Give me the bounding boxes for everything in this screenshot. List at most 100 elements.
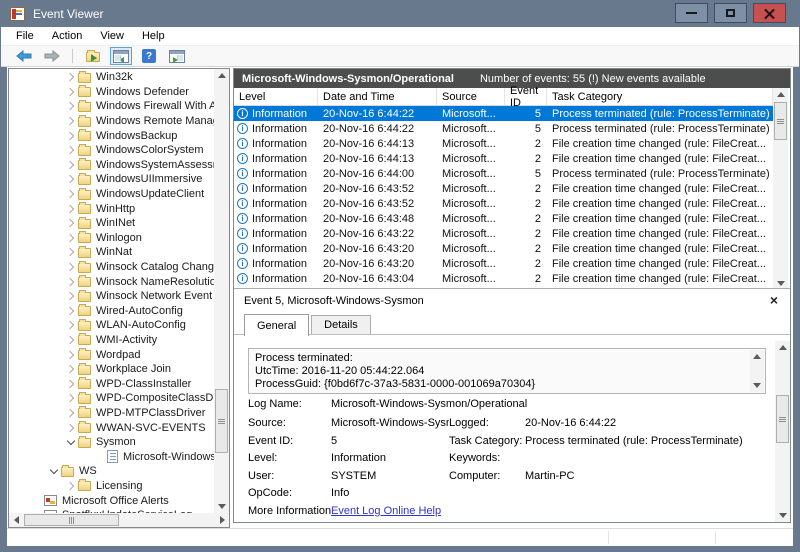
- event-row[interactable]: Information 20-Nov-16 6:43:52 Microsoft.…: [234, 196, 773, 211]
- tree-item[interactable]: Windows Remote Manager: [9, 114, 214, 129]
- chevron-right-icon[interactable]: [64, 352, 78, 358]
- chevron-right-icon[interactable]: [64, 89, 78, 95]
- chevron-right-icon[interactable]: [64, 483, 78, 489]
- titlebar[interactable]: Event Viewer: [0, 0, 800, 27]
- tree-item[interactable]: WindowsUIImmersive: [9, 172, 214, 187]
- chevron-right-icon[interactable]: [64, 74, 78, 80]
- tree-item[interactable]: WindowsBackup: [9, 128, 214, 143]
- event-description-box[interactable]: Process terminated: UtcTime: 2016-11-20 0…: [248, 348, 766, 394]
- tree-vertical-scrollbar[interactable]: [214, 69, 229, 513]
- tree-item[interactable]: Winsock Catalog Change: [9, 260, 214, 275]
- chevron-right-icon[interactable]: [64, 322, 78, 328]
- chevron-down-icon[interactable]: [64, 440, 78, 444]
- preview-vertical-scrollbar[interactable]: [775, 341, 790, 522]
- help-button[interactable]: [138, 47, 160, 65]
- event-row[interactable]: Information 20-Nov-16 6:43:48 Microsoft.…: [234, 211, 773, 226]
- event-row[interactable]: Information 20-Nov-16 6:43:52 Microsoft.…: [234, 181, 773, 196]
- tree-item[interactable]: WLAN-AutoConfig: [9, 318, 214, 333]
- chevron-right-icon[interactable]: [64, 103, 78, 109]
- minimize-button[interactable]: [675, 3, 708, 23]
- scroll-down-button[interactable]: [750, 379, 764, 392]
- console-tree-toggle[interactable]: [110, 47, 132, 65]
- tree-item[interactable]: WPD-MTPClassDriver: [9, 406, 214, 421]
- tree-item[interactable]: WinINet: [9, 216, 214, 231]
- column-header-task-category[interactable]: Task Category: [547, 88, 773, 105]
- scroll-down-button[interactable]: [775, 509, 790, 522]
- tree-item[interactable]: Microsoft Office Alerts: [9, 493, 214, 508]
- table-vertical-scrollbar[interactable]: [773, 88, 788, 290]
- tree-item[interactable]: Winsock Network Event: [9, 289, 214, 304]
- tree-item[interactable]: WinNat: [9, 245, 214, 260]
- menu-file[interactable]: File: [7, 28, 43, 44]
- scrollbar-thumb[interactable]: [24, 514, 119, 526]
- tree-item[interactable]: WinHttp: [9, 201, 214, 216]
- scroll-up-button[interactable]: [773, 88, 788, 101]
- chevron-right-icon[interactable]: [64, 249, 78, 255]
- scrollbar-thumb[interactable]: [776, 395, 789, 443]
- event-row[interactable]: Information 20-Nov-16 6:44:00 Microsoft.…: [234, 166, 773, 181]
- scroll-up-button[interactable]: [775, 341, 790, 354]
- chevron-right-icon[interactable]: [64, 133, 78, 139]
- event-row[interactable]: Information 20-Nov-16 6:44:13 Microsoft.…: [234, 151, 773, 166]
- chevron-right-icon[interactable]: [64, 410, 78, 416]
- close-button[interactable]: [753, 3, 786, 23]
- tree-item[interactable]: Windows Firewall With Adv: [9, 99, 214, 114]
- tab-details[interactable]: Details: [311, 315, 371, 335]
- chevron-right-icon[interactable]: [64, 147, 78, 153]
- event-row[interactable]: Information 20-Nov-16 6:44:22 Microsoft.…: [234, 106, 773, 121]
- tree-item[interactable]: WPD-CompositeClassDrive: [9, 391, 214, 406]
- tree-item[interactable]: Wired-AutoConfig: [9, 304, 214, 319]
- tree-item[interactable]: WindowsColorSystem: [9, 143, 214, 158]
- tree-item[interactable]: WPD-ClassInstaller: [9, 376, 214, 391]
- scroll-up-button[interactable]: [750, 350, 764, 363]
- chevron-right-icon[interactable]: [64, 176, 78, 182]
- tree-item[interactable]: Workplace Join: [9, 362, 214, 377]
- chevron-right-icon[interactable]: [64, 425, 78, 431]
- chevron-right-icon[interactable]: [64, 220, 78, 226]
- event-row[interactable]: Information 20-Nov-16 6:43:22 Microsoft.…: [234, 226, 773, 241]
- tree-item[interactable]: Microsoft-Windows-Sys: [9, 449, 214, 464]
- export-button[interactable]: [82, 47, 104, 65]
- maximize-button[interactable]: [714, 3, 747, 23]
- menu-view[interactable]: View: [91, 28, 133, 44]
- tree-item[interactable]: WindowsUpdateClient: [9, 187, 214, 202]
- forward-button[interactable]: [41, 47, 63, 65]
- chevron-right-icon[interactable]: [64, 118, 78, 124]
- chevron-right-icon[interactable]: [64, 337, 78, 343]
- menu-action[interactable]: Action: [43, 28, 92, 44]
- scroll-down-button[interactable]: [214, 500, 229, 513]
- chevron-right-icon[interactable]: [64, 279, 78, 285]
- tree-item[interactable]: WindowsSystemAssessmen: [9, 158, 214, 173]
- chevron-down-icon[interactable]: [47, 469, 61, 473]
- tree-item[interactable]: WMI-Activity: [9, 333, 214, 348]
- scrollbar-thumb[interactable]: [215, 389, 228, 453]
- tab-general[interactable]: General: [244, 314, 310, 336]
- chevron-right-icon[interactable]: [64, 235, 78, 241]
- chevron-right-icon[interactable]: [64, 308, 78, 314]
- column-header-source[interactable]: Source: [437, 88, 505, 105]
- tree-item[interactable]: Wordpad: [9, 347, 214, 362]
- chevron-right-icon[interactable]: [64, 293, 78, 299]
- tree-horizontal-scrollbar[interactable]: [9, 513, 229, 527]
- column-header-event-id[interactable]: Event ID: [505, 85, 547, 109]
- scroll-left-button[interactable]: [9, 513, 23, 527]
- back-button[interactable]: [13, 47, 35, 65]
- chevron-right-icon[interactable]: [64, 206, 78, 212]
- chevron-right-icon[interactable]: [64, 366, 78, 372]
- scroll-right-button[interactable]: [215, 513, 229, 527]
- chevron-right-icon[interactable]: [64, 264, 78, 270]
- event-row[interactable]: Information 20-Nov-16 6:43:20 Microsoft.…: [234, 256, 773, 271]
- tree-item[interactable]: WS: [9, 464, 214, 479]
- tree-item[interactable]: Winlogon: [9, 231, 214, 246]
- tree-item[interactable]: Sysmon: [9, 435, 214, 450]
- column-header-date-and-time[interactable]: Date and Time: [318, 88, 437, 105]
- event-row[interactable]: Information 20-Nov-16 6:43:20 Microsoft.…: [234, 241, 773, 256]
- chevron-right-icon[interactable]: [64, 162, 78, 168]
- chevron-right-icon[interactable]: [64, 381, 78, 387]
- tree-item[interactable]: WWAN-SVC-EVENTS: [9, 420, 214, 435]
- chevron-right-icon[interactable]: [64, 395, 78, 401]
- preview-close-button[interactable]: ×: [766, 292, 782, 308]
- event-log-online-help-link[interactable]: Event Log Online Help: [331, 505, 449, 517]
- scrollbar-thumb[interactable]: [774, 102, 787, 140]
- tree-item[interactable]: Winsock NameResolution E: [9, 274, 214, 289]
